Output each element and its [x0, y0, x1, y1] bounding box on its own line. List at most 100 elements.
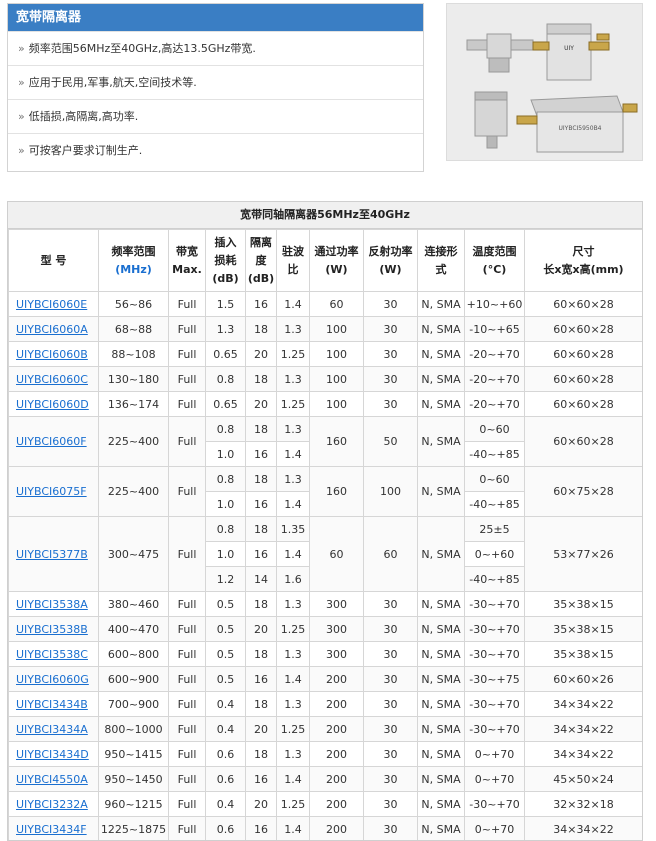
cell-il: 0.8: [206, 417, 246, 442]
cell-il: 1.3: [206, 317, 246, 342]
model-link[interactable]: UIYBCI4550A: [16, 773, 88, 786]
cell-conn: N, SMA: [418, 817, 465, 841]
top-section: 宽带隔离器 »频率范围56MHz至40GHz,高达13.5GHz带宽. »应用于…: [0, 0, 656, 196]
cell-model[interactable]: UIYBCI6060F: [9, 417, 99, 467]
cell-size: 45×50×24: [525, 767, 643, 792]
model-link[interactable]: UIYBCI6060D: [16, 398, 89, 411]
cell-model[interactable]: UIYBCI6060A: [9, 317, 99, 342]
cell-temp: -20~+70: [465, 367, 525, 392]
cell-temp: -30~+70: [465, 717, 525, 742]
cell-model[interactable]: UIYBCI3434B: [9, 692, 99, 717]
cell-vswr: 1.25: [277, 717, 310, 742]
product-photo: UIY UIYBCI5950B4: [446, 3, 643, 161]
model-link[interactable]: UIYBCI6075F: [16, 485, 87, 498]
product-large-isolator: UIYBCI5950B4: [517, 96, 637, 152]
cell-model[interactable]: UIYBCI6060C: [9, 367, 99, 392]
cell-freq: 960~1215: [99, 792, 169, 817]
cell-rev: 30: [364, 667, 418, 692]
cell-model[interactable]: UIYBCI6060B: [9, 342, 99, 367]
cell-model[interactable]: UIYBCI3434D: [9, 742, 99, 767]
model-link[interactable]: UIYBCI3538B: [16, 623, 88, 636]
cell-rev: 30: [364, 592, 418, 617]
cell-iso: 20: [246, 717, 277, 742]
model-link[interactable]: UIYBCI6060C: [16, 373, 88, 386]
cell-model[interactable]: UIYBCI3538B: [9, 617, 99, 642]
cell-vswr: 1.4: [277, 767, 310, 792]
model-link[interactable]: UIYBCI6060E: [16, 298, 87, 311]
model-link[interactable]: UIYBCI6060B: [16, 348, 88, 361]
cell-iso: 16: [246, 667, 277, 692]
cell-temp: 0~60: [465, 417, 525, 442]
cell-model[interactable]: UIYBCI6060E: [9, 292, 99, 317]
model-link[interactable]: UIYBCI6060G: [16, 673, 89, 686]
model-link[interactable]: UIYBCI3434D: [16, 748, 89, 761]
table-row: UIYBCI3538C600~800Full0.5181.330030N, SM…: [9, 642, 643, 667]
cell-model[interactable]: UIYBCI6060D: [9, 392, 99, 417]
cell-model[interactable]: UIYBCI6060G: [9, 667, 99, 692]
feature-text: 应用于民用,军事,航天,空间技术等.: [29, 76, 197, 89]
model-link[interactable]: UIYBCI3434F: [16, 823, 87, 836]
model-link[interactable]: UIYBCI6060A: [16, 323, 88, 336]
cell-iso: 18: [246, 742, 277, 767]
cell-fwd: 200: [310, 717, 364, 742]
cell-fwd: 200: [310, 767, 364, 792]
cell-conn: N, SMA: [418, 767, 465, 792]
feature-item: »应用于民用,军事,航天,空间技术等.: [8, 65, 423, 99]
double-chevron-icon: »: [18, 110, 25, 123]
cell-conn: N, SMA: [418, 317, 465, 342]
table-title: 宽带同轴隔离器56MHz至40GHz: [8, 202, 642, 229]
model-link[interactable]: UIYBCI3434B: [16, 698, 88, 711]
cell-size: 60×60×28: [525, 392, 643, 417]
cell-model[interactable]: UIYBCI3434A: [9, 717, 99, 742]
cell-freq: 130~180: [99, 367, 169, 392]
cell-freq: 700~900: [99, 692, 169, 717]
cell-size: 60×60×28: [525, 317, 643, 342]
cell-temp: -30~+70: [465, 692, 525, 717]
model-link[interactable]: UIYBCI3232A: [16, 798, 88, 811]
cell-freq: 1225~1875: [99, 817, 169, 841]
model-link[interactable]: UIYBCI5377B: [16, 548, 88, 561]
cell-vswr: 1.3: [277, 467, 310, 492]
cell-model[interactable]: UIYBCI3434F: [9, 817, 99, 841]
col-header-freq: 频率范围(MHz): [99, 230, 169, 292]
cell-bw: Full: [169, 792, 206, 817]
cell-freq: 68~88: [99, 317, 169, 342]
table-row: UIYBCI5377B300~475Full0.8181.356060N, SM…: [9, 517, 643, 542]
cell-model[interactable]: UIYBCI3232A: [9, 792, 99, 817]
cell-size: 60×75×28: [525, 467, 643, 517]
cell-bw: Full: [169, 592, 206, 617]
cell-model[interactable]: UIYBCI4550A: [9, 767, 99, 792]
cell-il: 0.65: [206, 392, 246, 417]
cell-temp: 25±5: [465, 517, 525, 542]
model-link[interactable]: UIYBCI3434A: [16, 723, 88, 736]
model-link[interactable]: UIYBCI3538C: [16, 648, 88, 661]
cell-il: 1.5: [206, 292, 246, 317]
cell-rev: 30: [364, 692, 418, 717]
model-link[interactable]: UIYBCI3538A: [16, 598, 88, 611]
cell-size: 60×60×28: [525, 417, 643, 467]
table-row: UIYBCI3434F1225~1875Full0.6161.420030N, …: [9, 817, 643, 841]
cell-fwd: 300: [310, 617, 364, 642]
table-row: UIYBCI3434B700~900Full0.4181.320030N, SM…: [9, 692, 643, 717]
cell-freq: 950~1415: [99, 742, 169, 767]
cell-vswr: 1.4: [277, 492, 310, 517]
cell-model[interactable]: UIYBCI3538A: [9, 592, 99, 617]
cell-model[interactable]: UIYBCI6075F: [9, 467, 99, 517]
cell-fwd: 100: [310, 342, 364, 367]
model-link[interactable]: UIYBCI6060F: [16, 435, 87, 448]
cell-vswr: 1.4: [277, 442, 310, 467]
cell-vswr: 1.25: [277, 342, 310, 367]
cell-freq: 136~174: [99, 392, 169, 417]
cell-temp: 0~+60: [465, 542, 525, 567]
cell-rev: 30: [364, 817, 418, 841]
feature-item: »可按客户要求订制生产.: [8, 133, 423, 167]
cell-model[interactable]: UIYBCI5377B: [9, 517, 99, 592]
cell-bw: Full: [169, 617, 206, 642]
cell-iso: 18: [246, 317, 277, 342]
cell-temp: -30~+70: [465, 642, 525, 667]
cell-rev: 30: [364, 367, 418, 392]
cell-fwd: 160: [310, 417, 364, 467]
cell-model[interactable]: UIYBCI3538C: [9, 642, 99, 667]
cell-vswr: 1.3: [277, 592, 310, 617]
table-row: UIYBCI6060E56~86Full1.5161.46030N, SMA+1…: [9, 292, 643, 317]
